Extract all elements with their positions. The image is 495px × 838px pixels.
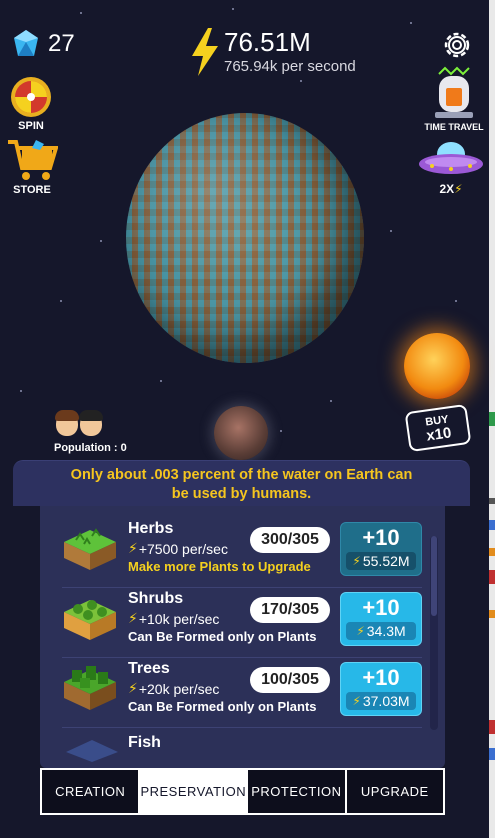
- spin-label: SPIN: [18, 120, 44, 132]
- wheel-icon: [11, 77, 51, 117]
- item-rate: +10k per/sec: [138, 610, 220, 627]
- tab-creation[interactable]: CREATION: [42, 770, 141, 813]
- sun[interactable]: [404, 333, 470, 399]
- gem-icon: [14, 30, 38, 56]
- list-item: Herbs ⚡ +7500 per/sec Make more Plants to…: [62, 518, 422, 588]
- category-tabs: CREATION PRESERVATION PROTECTION UPGRADE: [40, 768, 445, 815]
- boost-label: 2X: [439, 182, 455, 196]
- energy-display: 76.51M 765.94k per second: [188, 28, 356, 76]
- item-note: Can Be Formed only on Plants: [128, 629, 317, 644]
- list-item: Trees ⚡ +20k per/sec Can Be Formed only o…: [62, 658, 422, 728]
- plus-amount: +10: [362, 525, 400, 550]
- item-cost: 55.52M: [362, 553, 410, 569]
- item-cost: 37.03M: [362, 693, 410, 709]
- ufo-icon: [419, 142, 483, 174]
- item-rate: +7500 per/sec: [138, 540, 228, 557]
- tab-upgrade[interactable]: UPGRADE: [347, 770, 443, 813]
- tab-protection[interactable]: PROTECTION: [248, 770, 347, 813]
- upgrade-herbs-button[interactable]: +10 ⚡ 55.52M: [340, 522, 422, 576]
- time-machine-icon: [435, 66, 473, 118]
- cart-icon: [8, 140, 58, 180]
- planet[interactable]: [126, 113, 364, 363]
- item-count: 170/305: [250, 597, 330, 623]
- store-label: STORE: [13, 184, 51, 196]
- gem-count: 27: [48, 30, 75, 57]
- shrubs-icon: [64, 600, 116, 640]
- item-count: 100/305: [250, 667, 330, 693]
- item-name: Trees: [128, 660, 170, 677]
- item-name: Shrubs: [128, 590, 184, 607]
- trees-icon: [64, 666, 116, 710]
- upgrade-shrubs-button[interactable]: +10 ⚡ 34.3M: [340, 592, 422, 646]
- boost-button[interactable]: 2X⚡: [416, 140, 486, 196]
- time-travel-button[interactable]: TIME TRAVEL: [424, 66, 484, 132]
- plus-amount: +10: [362, 665, 400, 690]
- scrollbar-thumb[interactable]: [431, 536, 437, 616]
- item-name: Fish: [128, 734, 161, 751]
- store-button[interactable]: STORE: [4, 138, 60, 196]
- lightning-icon: [192, 28, 218, 76]
- item-note: Can Be Formed only on Plants: [128, 699, 317, 714]
- item-name: Herbs: [128, 520, 174, 537]
- lightning-icon: ⚡: [356, 624, 365, 638]
- herbs-icon: [64, 528, 116, 570]
- fact-banner: Only about .003 percent of the water on …: [13, 460, 470, 506]
- item-rate: +20k per/sec: [138, 680, 220, 697]
- gem-counter[interactable]: 27: [10, 28, 75, 60]
- multiplier-label: x10: [425, 424, 453, 445]
- time-travel-label: TIME TRAVEL: [424, 122, 484, 132]
- buy-multiplier-button[interactable]: BUY x10: [404, 403, 472, 453]
- lightning-icon: ⚡: [128, 680, 138, 696]
- lightning-icon: ⚡: [352, 694, 361, 708]
- fish-icon: [66, 740, 118, 762]
- item-note: Make more Plants to Upgrade: [128, 559, 311, 574]
- lightning-icon: ⚡: [128, 540, 138, 556]
- lightning-icon: ⚡: [454, 182, 463, 196]
- screen-edge: [489, 0, 495, 838]
- plus-amount: +10: [362, 595, 400, 620]
- item-count: 300/305: [250, 527, 330, 553]
- list-item: Fish: [62, 730, 422, 766]
- energy-rate: 765.94k per second: [224, 58, 356, 75]
- people-icon: [55, 410, 103, 436]
- fact-line-1: Only about .003 percent of the water on …: [70, 467, 413, 483]
- spin-button[interactable]: SPIN: [8, 76, 54, 132]
- population-label: Population : 0: [54, 442, 127, 454]
- fact-line-2: be used by humans.: [171, 486, 312, 502]
- lightning-icon: ⚡: [352, 554, 361, 568]
- lightning-icon: ⚡: [128, 610, 138, 626]
- gear-icon[interactable]: [440, 28, 474, 62]
- item-cost: 34.3M: [366, 623, 406, 639]
- moon[interactable]: [214, 406, 268, 460]
- upgrade-trees-button[interactable]: +10 ⚡ 37.03M: [340, 662, 422, 716]
- population-display: Population : 0: [54, 410, 127, 454]
- tab-preservation[interactable]: PRESERVATION: [140, 770, 249, 813]
- energy-total: 76.51M: [224, 27, 311, 57]
- list-item: Shrubs ⚡ +10k per/sec Can Be Formed only …: [62, 588, 422, 658]
